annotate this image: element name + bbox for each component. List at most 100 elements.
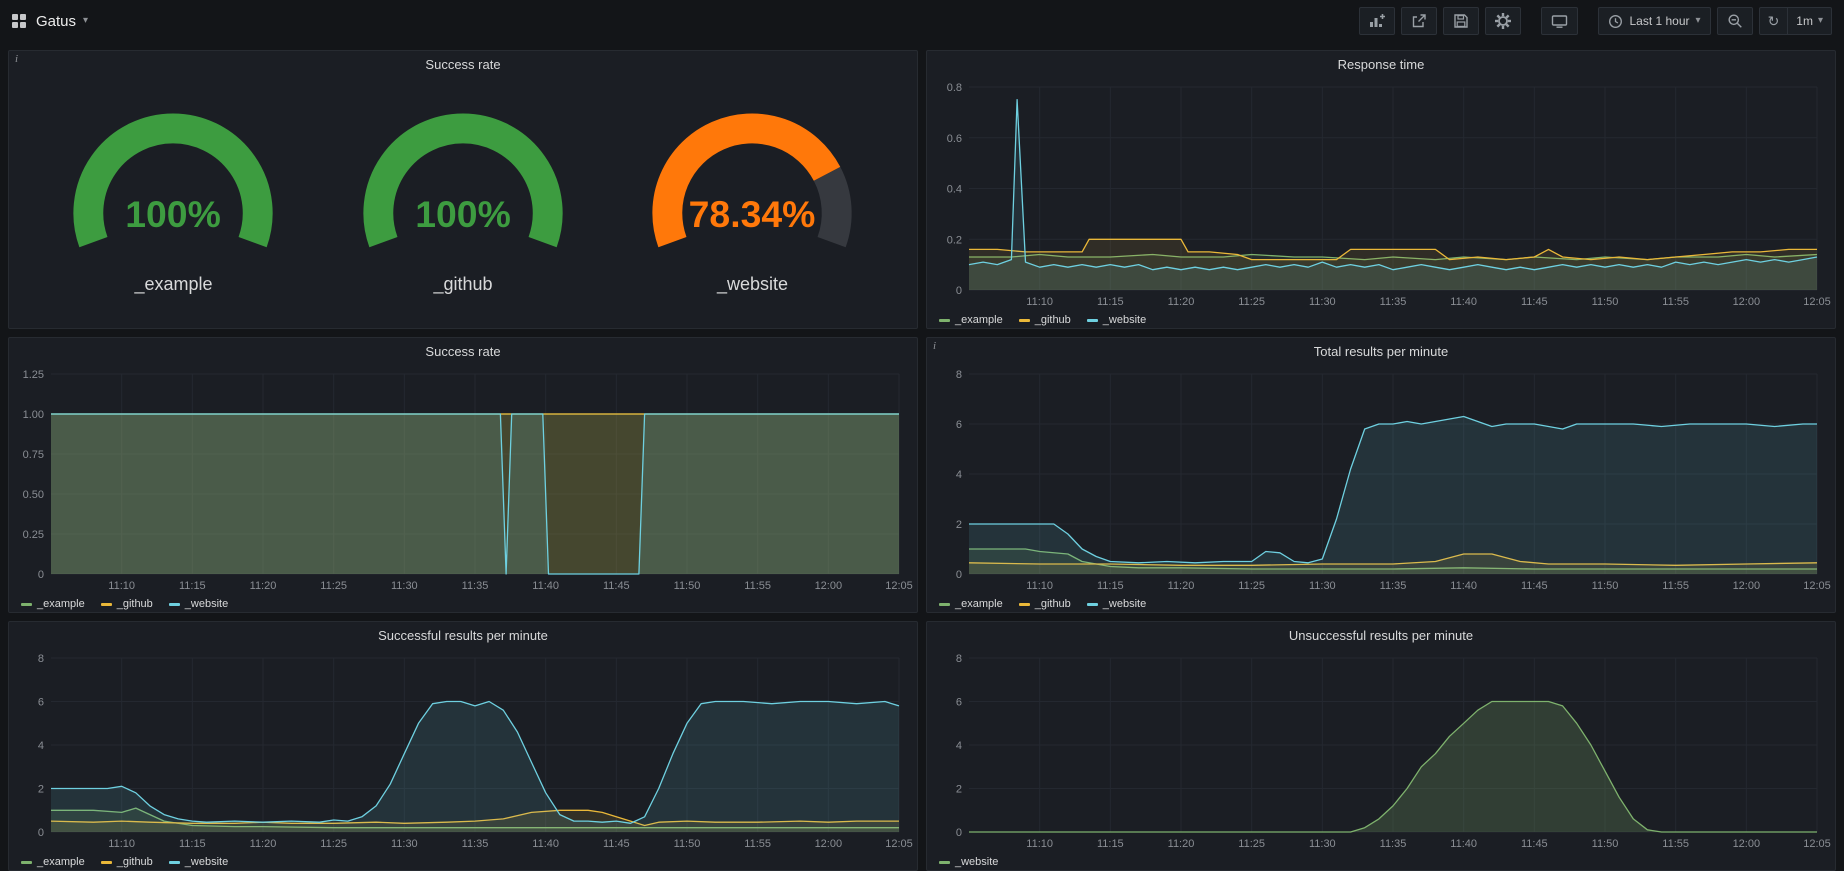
legend-label: _github xyxy=(117,598,153,610)
svg-text:0.2: 0.2 xyxy=(947,234,962,246)
svg-text:11:25: 11:25 xyxy=(1238,296,1265,308)
svg-text:0: 0 xyxy=(956,569,962,581)
unsuccessful-results-chart[interactable]: 11:1011:1511:2011:2511:3011:3511:4011:45… xyxy=(931,648,1831,852)
legend-item[interactable]: _website xyxy=(169,856,228,868)
success-rate-chart[interactable]: 11:1011:1511:2011:2511:3011:3511:4011:45… xyxy=(13,364,913,594)
svg-text:12:05: 12:05 xyxy=(1803,580,1831,592)
legend-label: _website xyxy=(1103,314,1146,326)
legend-item[interactable]: _example xyxy=(21,856,85,868)
info-icon[interactable]: i xyxy=(933,340,936,352)
panel-title[interactable]: Total results per minute xyxy=(927,338,1835,364)
panel-title[interactable]: Successful results per minute xyxy=(9,622,917,648)
svg-text:6: 6 xyxy=(956,697,962,709)
legend-item[interactable]: _example xyxy=(21,598,85,610)
panel-unsuccessful-results: Unsuccessful results per minute 11:1011:… xyxy=(926,621,1836,871)
gauge-value: 78.34% xyxy=(689,193,816,235)
dashboard-grid: i Success rate 100%_example100%_github78… xyxy=(0,42,1844,871)
navbar-right: Last 1 hour ▾ ↻ 1m ▾ xyxy=(1359,7,1832,35)
panel-title[interactable]: Response time xyxy=(927,51,1835,77)
legend-swatch xyxy=(1019,319,1030,322)
svg-text:11:35: 11:35 xyxy=(1380,838,1407,850)
panel-title[interactable]: Unsuccessful results per minute xyxy=(927,622,1835,648)
legend-item[interactable]: _website xyxy=(1087,314,1146,326)
share-button[interactable] xyxy=(1401,7,1437,35)
response-time-chart[interactable]: 11:1011:1511:2011:2511:3011:3511:4011:45… xyxy=(931,77,1831,310)
add-panel-button[interactable] xyxy=(1359,7,1395,35)
panel-successful-results: Successful results per minute 11:10 11:15… xyxy=(8,621,918,871)
svg-text:11:10: 11:10 xyxy=(1026,296,1053,308)
svg-text:1.25: 1.25 xyxy=(23,369,44,381)
legend-label: _website xyxy=(185,598,228,610)
svg-text:11:20: 11:20 xyxy=(1168,296,1195,308)
info-icon[interactable]: i xyxy=(15,53,18,65)
svg-text:11:15: 11:15 xyxy=(1097,296,1124,308)
svg-text:11:50: 11:50 xyxy=(674,838,701,850)
legend-swatch xyxy=(101,861,112,864)
svg-text:11:50: 11:50 xyxy=(1592,580,1619,592)
svg-text:11:15: 11:15 xyxy=(1097,838,1124,850)
add-panel-icon xyxy=(1369,13,1385,29)
panel-success-rate-gauges: i Success rate 100%_example100%_github78… xyxy=(8,50,918,329)
svg-text:11:55: 11:55 xyxy=(1662,580,1689,592)
cycle-view-button[interactable] xyxy=(1541,7,1578,35)
svg-text:11:15: 11:15 xyxy=(1097,580,1124,592)
legend-item[interactable]: _website xyxy=(169,598,228,610)
gauge-endpoint-label: _github xyxy=(326,274,600,295)
svg-text:11:55: 11:55 xyxy=(744,580,771,592)
legend-item[interactable]: _github xyxy=(101,856,153,868)
panel-title[interactable]: Success rate xyxy=(9,338,917,364)
svg-text:11:20: 11:20 xyxy=(250,580,277,592)
svg-text:0: 0 xyxy=(38,827,44,839)
svg-text:2: 2 xyxy=(956,784,962,796)
settings-button[interactable] xyxy=(1485,7,1521,35)
panel-title[interactable]: Success rate xyxy=(9,51,917,77)
total-results-chart[interactable]: 11:1011:1511:2011:2511:3011:3511:4011:45… xyxy=(931,364,1831,594)
chevron-down-icon: ▾ xyxy=(1696,16,1701,26)
svg-text:0.75: 0.75 xyxy=(23,449,44,461)
svg-text:11:40: 11:40 xyxy=(1450,838,1477,850)
svg-text:11:10: 11:10 xyxy=(108,838,135,850)
gauges-container: 100%_example100%_github78.34%_website xyxy=(9,77,917,328)
legend-item[interactable]: _github xyxy=(1019,598,1071,610)
legend-item[interactable]: _website xyxy=(939,856,998,868)
legend-item[interactable]: _website xyxy=(1087,598,1146,610)
svg-text:11:15: 11:15 xyxy=(179,838,206,850)
time-range-button[interactable]: Last 1 hour ▾ xyxy=(1598,7,1710,35)
legend-label: _github xyxy=(117,856,153,868)
svg-text:0.50: 0.50 xyxy=(23,489,44,501)
svg-text:11:50: 11:50 xyxy=(1592,838,1619,850)
refresh-button[interactable]: ↻ xyxy=(1760,8,1788,34)
panel-response-time: Response time 11:1011:1511:2011:2511:301… xyxy=(926,50,1836,329)
svg-text:0.25: 0.25 xyxy=(23,529,44,541)
gauge-endpoint-label: _example xyxy=(36,274,310,295)
refresh-interval-button[interactable]: 1m ▾ xyxy=(1787,8,1831,34)
svg-text:11:25: 11:25 xyxy=(320,580,347,592)
svg-text:0.6: 0.6 xyxy=(947,133,962,145)
legend-item[interactable]: _github xyxy=(1019,314,1071,326)
refresh-interval-label: 1m xyxy=(1796,14,1813,28)
legend: _example _github _website xyxy=(939,598,1146,610)
dashboard-title[interactable]: Gatus ▾ xyxy=(36,13,88,30)
svg-text:11:30: 11:30 xyxy=(391,838,418,850)
svg-text:11:40: 11:40 xyxy=(532,580,559,592)
svg-text:2: 2 xyxy=(956,519,962,531)
panel-success-rate: Success rate 11:1011:1511:2011:2511:3011… xyxy=(8,337,918,613)
zoom-out-button[interactable] xyxy=(1717,7,1753,35)
save-button[interactable] xyxy=(1443,7,1479,35)
legend: _example _github _website xyxy=(21,598,228,610)
svg-text:11:45: 11:45 xyxy=(1521,296,1548,308)
svg-text:12:00: 12:00 xyxy=(815,580,843,592)
legend-item[interactable]: _github xyxy=(101,598,153,610)
svg-text:11:20: 11:20 xyxy=(250,838,277,850)
svg-text:11:45: 11:45 xyxy=(603,838,630,850)
dashboards-grid-icon[interactable] xyxy=(12,14,26,28)
legend-item[interactable]: _example xyxy=(939,598,1003,610)
svg-text:12:05: 12:05 xyxy=(1803,838,1831,850)
successful-results-chart[interactable]: 11:1011:1511:2011:2511:3011:3511:4011:45… xyxy=(13,648,913,852)
svg-text:12:00: 12:00 xyxy=(1733,580,1761,592)
legend-item[interactable]: _example xyxy=(939,314,1003,326)
legend-swatch xyxy=(169,861,180,864)
svg-text:11:25: 11:25 xyxy=(1238,838,1265,850)
gauge-value: 100% xyxy=(415,193,511,235)
legend-swatch xyxy=(939,319,950,322)
